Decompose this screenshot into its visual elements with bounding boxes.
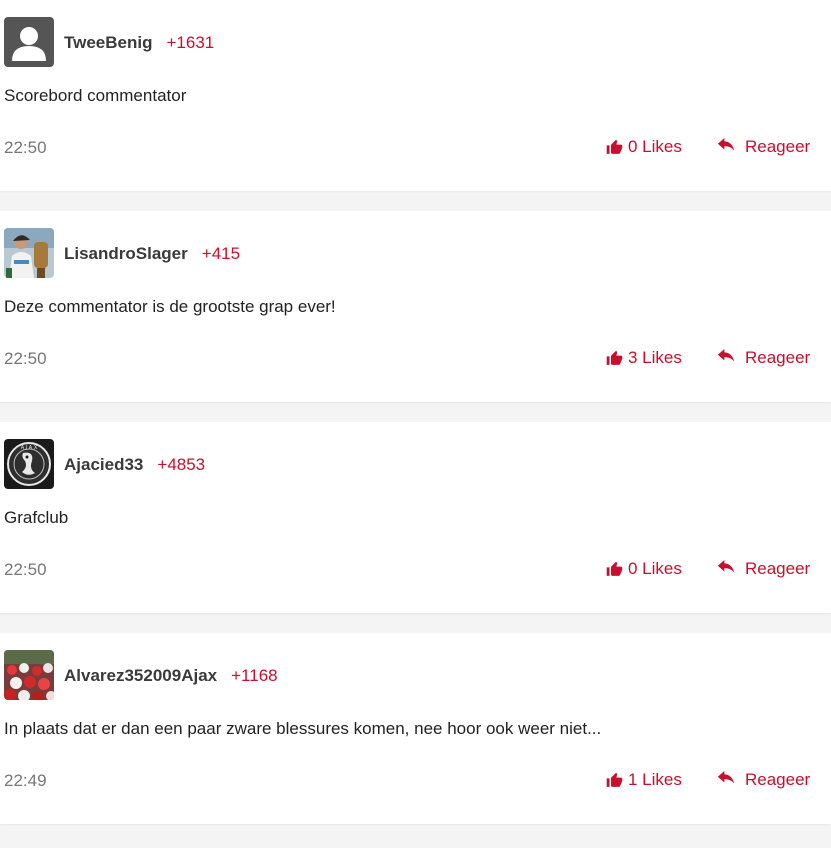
comment-card: Alvarez352009Ajax +1168 In plaats dat er … [0,633,831,824]
reply-label: Reageer [745,559,811,578]
user-points: +1168 [231,666,278,685]
reply-arrow-icon [717,349,735,362]
avatar[interactable] [4,228,54,278]
reply-button[interactable]: Reageer [716,348,810,368]
reply-button[interactable]: Reageer [716,770,810,790]
like-count: 0 Likes [628,137,682,156]
ajax-logo-avatar-icon: A J A X [4,439,54,489]
username[interactable]: TweeBenig [64,33,152,52]
reply-arrow-icon [717,138,735,151]
default-user-avatar-icon [4,17,54,67]
comment-author[interactable]: TweeBenig +1631 [64,33,214,53]
crowd-photo-avatar-icon [4,650,54,700]
avatar[interactable] [4,650,54,700]
thumbs-up-icon [606,772,623,787]
trophy-photo-avatar-icon [4,228,54,278]
comment-time: 22:49 [4,771,47,790]
reply-arrow-icon [717,560,735,573]
comment-feed: TweeBenig +1631 Scorebord commentator 22:… [0,0,831,824]
thumbs-up-icon [606,139,623,154]
thumbs-up-icon [606,561,623,576]
username[interactable]: Alvarez352009Ajax [64,666,217,685]
comment-text: In plaats dat er dan een paar zware bles… [4,719,602,738]
reply-button[interactable]: Reageer [716,137,810,157]
comment-author[interactable]: Ajacied33 +4853 [64,455,205,475]
comment-card: A J A X Ajacied33 +4853 Grafclub 22:50 0 … [0,422,831,613]
username[interactable]: LisandroSlager [64,244,188,263]
svg-text:A J A X: A J A X [21,445,38,451]
reply-label: Reageer [745,770,811,789]
comment-text: Deze commentator is de grootste grap eve… [4,297,336,316]
comment-card: LisandroSlager +415 Deze commentator is d… [0,211,831,402]
avatar[interactable]: A J A X [4,439,54,489]
comment-author[interactable]: LisandroSlager +415 [64,244,240,264]
user-points: +1631 [166,33,215,52]
reply-label: Reageer [745,137,811,156]
comment-text: Grafclub [4,508,69,527]
user-points: +4853 [157,455,206,474]
reply-label: Reageer [745,348,811,367]
like-count: 1 Likes [628,770,682,789]
like-button[interactable]: 3 Likes [606,348,682,368]
comment-time: 22:50 [4,560,47,579]
comment-text: Scorebord commentator [4,86,187,105]
username[interactable]: Ajacied33 [64,455,143,474]
comment-author[interactable]: Alvarez352009Ajax +1168 [64,666,278,686]
like-count: 3 Likes [628,348,682,367]
reply-arrow-icon [717,771,735,784]
comment-time: 22:50 [4,138,47,157]
comment-time: 22:50 [4,349,47,368]
avatar[interactable] [4,17,54,67]
user-points: +415 [201,244,241,263]
comment-card: TweeBenig +1631 Scorebord commentator 22:… [0,0,831,191]
reply-button[interactable]: Reageer [716,559,810,579]
like-button[interactable]: 0 Likes [606,559,682,579]
like-count: 0 Likes [628,559,682,578]
thumbs-up-icon [606,350,623,365]
like-button[interactable]: 0 Likes [606,137,682,157]
like-button[interactable]: 1 Likes [606,770,682,790]
